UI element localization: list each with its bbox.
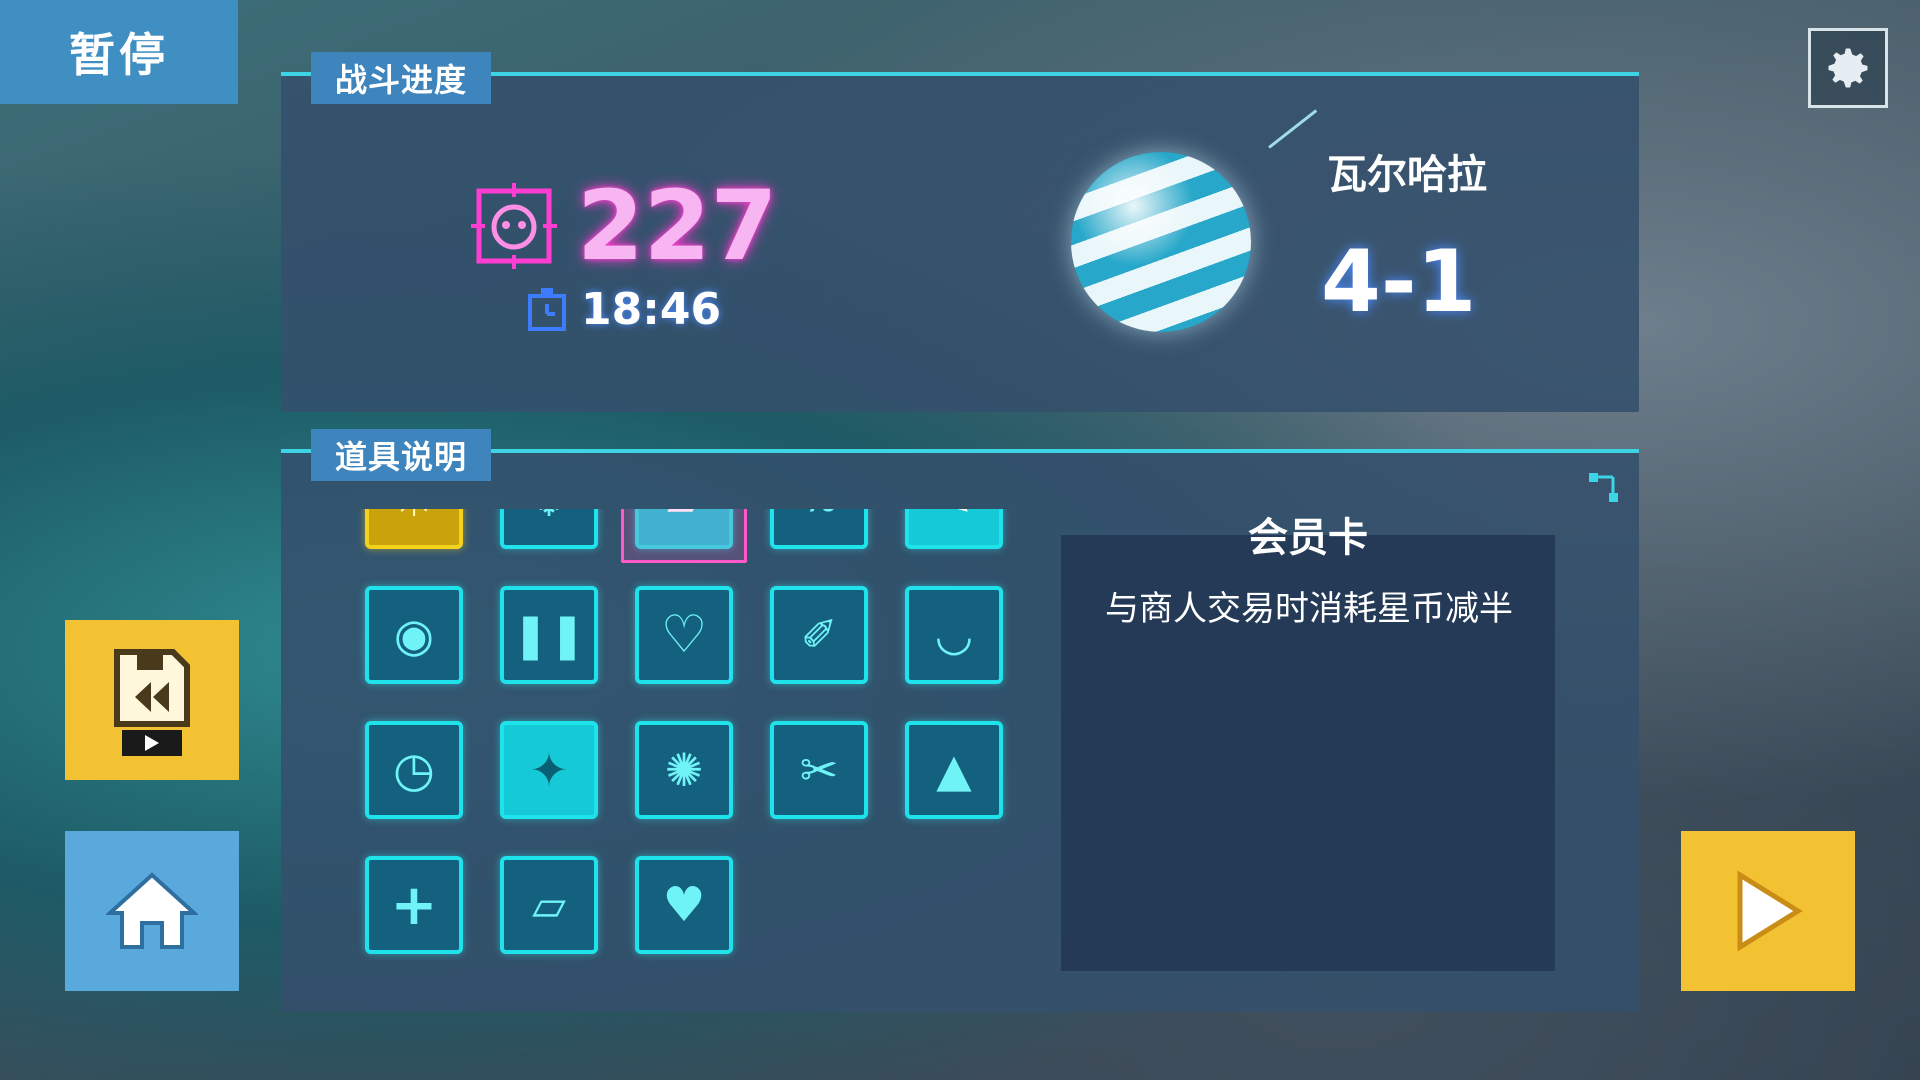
heart-icon: ♡ [660, 605, 708, 665]
kill-counter: 227 [471, 170, 777, 282]
flame-icon: ▲ [936, 743, 972, 797]
home-icon [106, 872, 198, 949]
item-gold-sun[interactable]: ☀ [365, 509, 463, 549]
timer-text: 18:46 [581, 284, 722, 335]
item-pen[interactable]: ✐ [770, 586, 868, 684]
medkit-icon: + [390, 872, 438, 938]
planet-image [1071, 152, 1251, 332]
item-title: 会员卡 [1248, 515, 1368, 561]
eye-icon: ◡ [934, 609, 974, 661]
bear-icon: ◉ [393, 608, 435, 662]
item-heart[interactable]: ♡ [635, 586, 733, 684]
pause-icon: ❚❚ [512, 609, 586, 661]
item-description: 与商人交易时消耗星币减半 [1105, 589, 1513, 629]
pause-title: 暂停 [0, 0, 238, 104]
resume-button[interactable] [1681, 831, 1855, 991]
item-boot[interactable]: ✎ [905, 509, 1003, 549]
items-grid-scroll[interactable]: ☀ ❄ ▰ % ✎ ◉ ❚❚ ♡ ✐ ◡ ◷ ✦ ✺ ✂ ▲ + ▱ ♥ [281, 509, 1041, 965]
tools-icon: ✂ [799, 743, 839, 797]
item-percent[interactable]: % [770, 509, 868, 549]
spark-icon: ✺ [664, 743, 704, 797]
skull-target-icon [471, 183, 557, 269]
tickets-icon: ▱ [532, 879, 566, 931]
gold-sun-icon: ☀ [392, 509, 435, 528]
settings-button[interactable] [1808, 28, 1888, 108]
items-panel: 道具说明 ☀ ❄ ▰ % ✎ ◉ ❚❚ ♡ ✐ ◡ ◷ ✦ ✺ ✂ ▲ + ▱ … [281, 429, 1639, 1012]
item-broken-heart[interactable]: ♥ [635, 856, 733, 954]
item-pause[interactable]: ❚❚ [500, 586, 598, 684]
item-leaf[interactable]: ✦ [500, 721, 598, 819]
item-medkit[interactable]: + [365, 856, 463, 954]
snowflake-shield-icon: ❄ [530, 509, 569, 527]
broken-heart-icon: ♥ [662, 877, 706, 933]
gear-icon [1828, 48, 1868, 88]
level-indicator: 4-1 [1321, 232, 1477, 332]
planet-label-line [1268, 109, 1318, 149]
clock-icon: ◷ [393, 742, 435, 798]
replay-button[interactable] [65, 620, 239, 780]
items-grid: ☀ ❄ ▰ % ✎ ◉ ❚❚ ♡ ✐ ◡ ◷ ✦ ✺ ✂ ▲ + ▱ ♥ [365, 509, 1003, 954]
item-tools[interactable]: ✂ [770, 721, 868, 819]
planet-name: 瓦尔哈拉 [1327, 152, 1487, 198]
expand-icon[interactable] [1587, 471, 1621, 505]
item-snowflake-shield[interactable]: ❄ [500, 509, 598, 549]
battle-progress-header: 战斗进度 [311, 52, 492, 104]
items-header: 道具说明 [311, 429, 492, 481]
home-button[interactable] [65, 831, 239, 991]
leaf-icon: ✦ [529, 743, 569, 797]
item-spark[interactable]: ✺ [635, 721, 733, 819]
kill-count: 227 [577, 170, 778, 282]
stopwatch-icon [528, 287, 566, 331]
battle-timer: 18:46 [527, 284, 721, 335]
pen-icon: ✐ [800, 609, 838, 661]
battle-progress-panel: 战斗进度 227 18:46 瓦尔哈拉 4-1 [281, 52, 1639, 412]
item-eye[interactable]: ◡ [905, 586, 1003, 684]
item-tickets[interactable]: ▱ [500, 856, 598, 954]
item-clock[interactable]: ◷ [365, 721, 463, 819]
item-bear[interactable]: ◉ [365, 586, 463, 684]
percent-icon: % [802, 509, 836, 520]
boot-icon: ✎ [936, 509, 973, 526]
card-icon: ▰ [667, 509, 701, 526]
item-flame[interactable]: ▲ [905, 721, 1003, 819]
item-membership-card[interactable]: ▰ [621, 509, 747, 563]
replay-save-icon [114, 649, 190, 756]
play-icon [1737, 870, 1803, 952]
